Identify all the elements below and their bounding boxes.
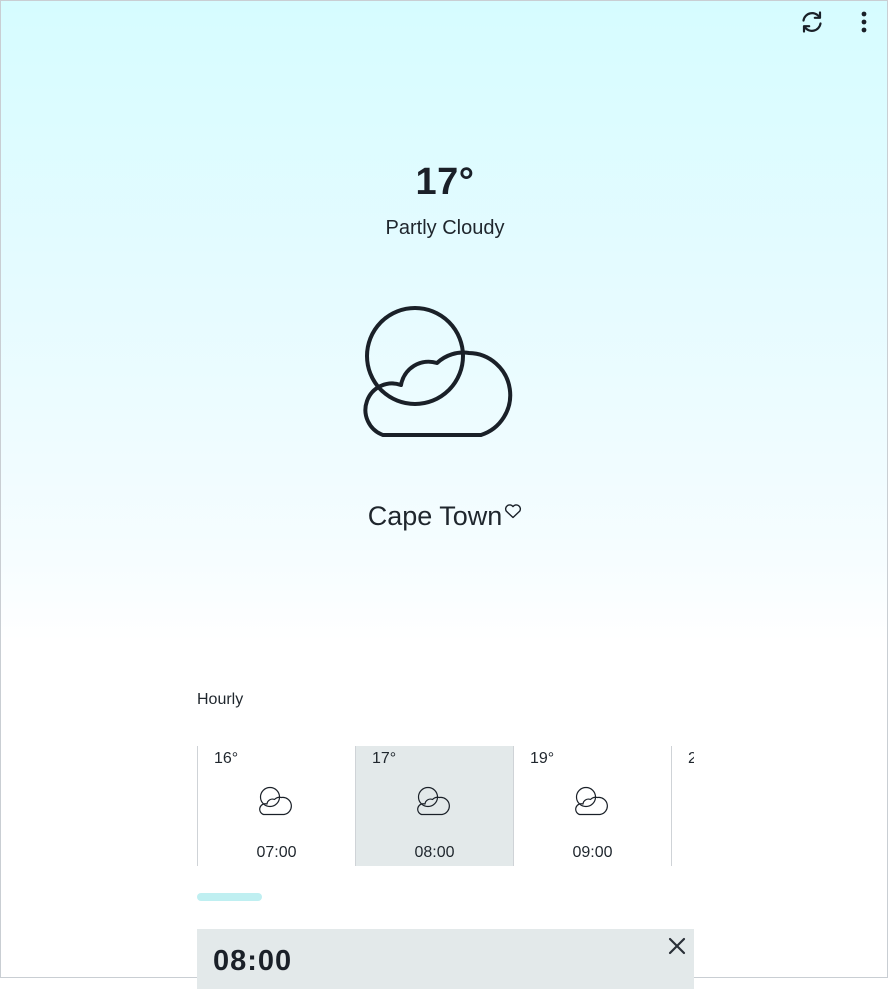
hourly-temp: 16° — [214, 750, 239, 767]
hourly-item[interactable]: 19° 09:00 — [513, 746, 671, 866]
hourly-item[interactable]: 16° 07:00 — [197, 746, 355, 866]
weather-app: 17° Partly Cloudy Cape Town Hourly 16° 0… — [0, 0, 889, 989]
partly-cloudy-icon — [575, 786, 608, 816]
detail-time: 08:00 — [213, 945, 293, 977]
current-condition: Partly Cloudy — [385, 217, 505, 239]
hourly-time: 08:00 — [414, 844, 455, 861]
more-vertical-icon[interactable] — [851, 9, 877, 35]
hourly-temp: 19° — [530, 750, 555, 767]
hourly-time: 07:00 — [256, 844, 297, 861]
hourly-scrollbar-thumb[interactable] — [197, 893, 262, 901]
location-row: Cape Town — [1, 501, 889, 532]
hourly-time: 09:00 — [572, 844, 613, 861]
heart-outline-icon[interactable] — [504, 503, 522, 519]
hourly-temp: 17° — [372, 750, 397, 767]
hour-detail-panel: 08:00 — [197, 929, 694, 989]
top-actions — [799, 9, 877, 35]
hourly-title: Hourly — [197, 691, 244, 708]
location-name: Cape Town — [367, 501, 503, 531]
partly-cloudy-icon — [259, 786, 292, 816]
hourly-forecast-strip[interactable]: 16° 07:00 17° 08:00 19° 09:00 2 — [197, 746, 694, 866]
hourly-item[interactable]: 2 — [671, 746, 694, 866]
hourly-temp: 2 — [688, 750, 694, 767]
partly-cloudy-icon — [417, 786, 450, 816]
partly-cloudy-icon — [363, 306, 513, 437]
current-temperature: 17° — [415, 161, 475, 203]
refresh-icon[interactable] — [799, 9, 825, 35]
close-icon[interactable] — [666, 935, 688, 957]
hourly-item-selected[interactable]: 17° 08:00 — [355, 746, 513, 866]
